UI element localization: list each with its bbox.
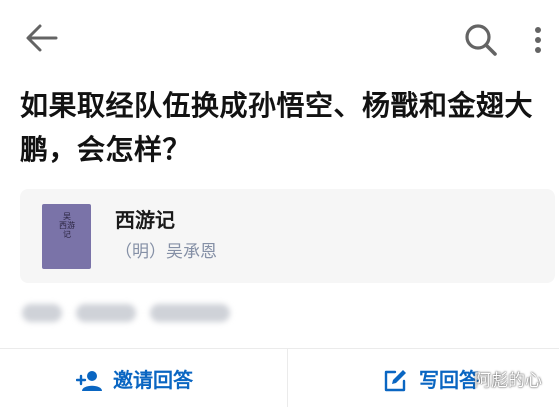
book-title: 西游记	[115, 208, 175, 232]
more-vertical-icon	[535, 27, 541, 53]
watermark-text: 阿彪的心	[474, 371, 542, 391]
blurred-text-row	[22, 300, 232, 326]
question-title: 如果取经队伍换成孙悟空、杨戬和金翅大鹏，会怎样？	[20, 89, 534, 166]
search-icon	[465, 24, 497, 56]
search-button[interactable]	[461, 20, 501, 60]
more-button[interactable]	[523, 20, 553, 60]
blurred-segment	[22, 304, 62, 322]
book-author: （明）吴承恩	[115, 242, 217, 262]
book-card[interactable]: 吴 西游记 西游记 （明）吴承恩	[20, 189, 555, 283]
invite-answer-button[interactable]: 邀请回答	[0, 349, 287, 407]
invite-answer-label: 邀请回答	[113, 368, 193, 392]
book-cover-text: 吴 西游记	[59, 212, 75, 239]
blurred-segment	[76, 304, 136, 322]
person-add-icon	[76, 371, 102, 391]
back-button[interactable]	[22, 20, 62, 56]
blurred-segment	[150, 304, 230, 322]
arrow-left-icon	[26, 24, 58, 52]
edit-icon	[384, 370, 406, 392]
top-bar	[0, 0, 559, 76]
question-page: 如果取经队伍换成孙悟空、杨戬和金翅大鹏，会怎样？ 吴 西游记 西游记 （明）吴承…	[0, 0, 559, 407]
book-cover-image: 吴 西游记	[42, 204, 91, 269]
write-answer-label: 写回答	[419, 368, 479, 392]
